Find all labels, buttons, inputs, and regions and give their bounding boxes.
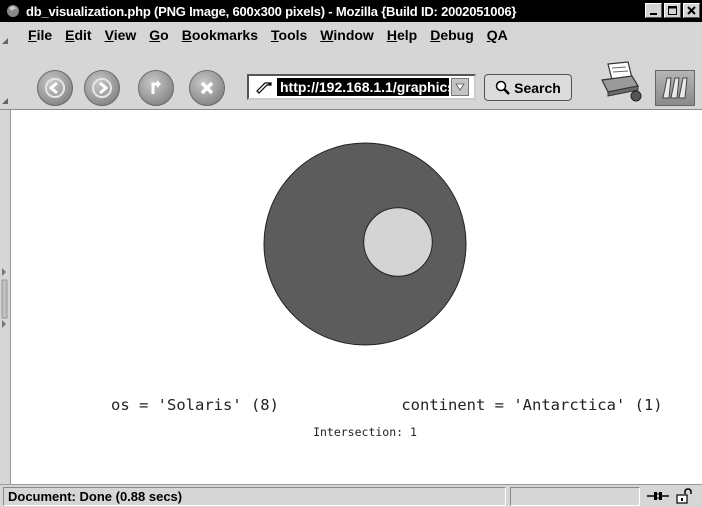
close-button[interactable] bbox=[683, 3, 700, 18]
online-status-icon[interactable] bbox=[646, 489, 670, 503]
stop-icon bbox=[200, 81, 214, 95]
progress-meter bbox=[510, 487, 640, 506]
lock-icon[interactable] bbox=[676, 488, 692, 504]
maximize-icon bbox=[668, 6, 677, 15]
menu-label-rest: A bbox=[497, 27, 508, 43]
maximize-button[interactable] bbox=[664, 3, 681, 18]
bookmark-page-icon bbox=[256, 82, 272, 94]
menu-label-rest: ile bbox=[36, 27, 53, 43]
intersection-label: Intersection: 1 bbox=[313, 425, 417, 439]
back-arrow-icon bbox=[45, 78, 65, 98]
menu-help[interactable]: Help bbox=[387, 27, 417, 43]
menu-edit[interactable]: Edit bbox=[65, 27, 91, 43]
minimize-icon bbox=[650, 13, 657, 15]
status-text: Document: Done (0.88 secs) bbox=[3, 487, 506, 506]
menu-qa[interactable]: QA bbox=[487, 27, 508, 43]
sidebar-grip[interactable] bbox=[0, 110, 10, 484]
venn-visualization: os = 'Solaris' (8) continent = 'Antarcti… bbox=[111, 142, 663, 439]
menu-debug[interactable]: Debug bbox=[430, 27, 474, 43]
close-icon bbox=[687, 6, 696, 15]
set-a-label: os = 'Solaris' (8) bbox=[111, 396, 279, 414]
menu-go[interactable]: Go bbox=[149, 27, 168, 43]
menu-accesskey: T bbox=[271, 27, 279, 43]
forward-arrow-icon bbox=[92, 78, 112, 98]
menu-accesskey: D bbox=[430, 27, 441, 43]
menu-label-rest: ebug bbox=[440, 27, 474, 43]
menu-accesskey: V bbox=[104, 27, 114, 43]
menu-accesskey: Q bbox=[486, 27, 498, 43]
reload-icon bbox=[151, 80, 161, 94]
title-bar: db_visualization.php (PNG Image, 600x300… bbox=[0, 0, 702, 22]
search-label: Search bbox=[514, 79, 561, 96]
forward-button[interactable] bbox=[84, 70, 120, 106]
menu-accesskey: G bbox=[149, 27, 161, 43]
menu-accesskey: W bbox=[320, 27, 334, 43]
reload-button[interactable] bbox=[138, 70, 174, 106]
menu-label-rest: iew bbox=[113, 27, 137, 43]
toolbar-grip[interactable] bbox=[0, 48, 10, 110]
menu-items: File Edit View Go Bookmarks Tools Window Help De… bbox=[28, 27, 508, 43]
menu-label-rest: dit bbox=[74, 27, 92, 43]
chevron-down-icon bbox=[455, 83, 465, 91]
stop-button[interactable] bbox=[189, 70, 225, 106]
magnifier-icon bbox=[495, 80, 511, 95]
minimize-button[interactable] bbox=[645, 3, 662, 18]
menu-accesskey: B bbox=[181, 27, 192, 43]
menu-label-rest: ookmarks bbox=[191, 27, 258, 43]
menu-label-rest: o bbox=[160, 27, 169, 43]
window-title: db_visualization.php (PNG Image, 600x300… bbox=[26, 3, 517, 19]
url-text[interactable]: http://192.168.1.1/graphics/db_visualiza… bbox=[277, 78, 449, 96]
menu-view[interactable]: View bbox=[105, 27, 137, 43]
page-proxy-icon[interactable] bbox=[255, 77, 277, 97]
menu-bookmarks[interactable]: Bookmarks bbox=[182, 27, 258, 43]
back-button[interactable] bbox=[37, 70, 73, 106]
mozilla-logo-icon bbox=[662, 77, 688, 99]
set-b-label: continent = 'Antarctica' (1) bbox=[401, 396, 662, 414]
menu-label-rest: ools bbox=[278, 27, 308, 43]
menu-bar: File Edit View Go Bookmarks Tools Window Help De… bbox=[0, 22, 702, 48]
mozilla-logo[interactable] bbox=[655, 70, 695, 106]
search-button[interactable]: Search bbox=[484, 74, 572, 101]
app-icon bbox=[7, 5, 19, 17]
status-bar: Document: Done (0.88 secs) bbox=[0, 484, 702, 507]
toolbar-grip[interactable] bbox=[0, 22, 10, 48]
menu-file[interactable]: File bbox=[28, 27, 52, 43]
url-dropdown-button[interactable] bbox=[451, 78, 469, 96]
menu-accesskey: H bbox=[386, 27, 397, 43]
menu-window[interactable]: Window bbox=[320, 27, 374, 43]
page-content: os = 'Solaris' (8) continent = 'Antarcti… bbox=[10, 110, 702, 484]
menu-accesskey: F bbox=[28, 27, 37, 43]
url-field[interactable]: http://192.168.1.1/graphics/db_visualiza… bbox=[247, 74, 476, 100]
menu-tools[interactable]: Tools bbox=[271, 27, 307, 43]
menu-label-rest: elp bbox=[396, 27, 418, 43]
printer-icon[interactable] bbox=[598, 60, 650, 104]
menu-label-rest: indow bbox=[333, 27, 374, 43]
set-b-circle bbox=[363, 207, 433, 277]
